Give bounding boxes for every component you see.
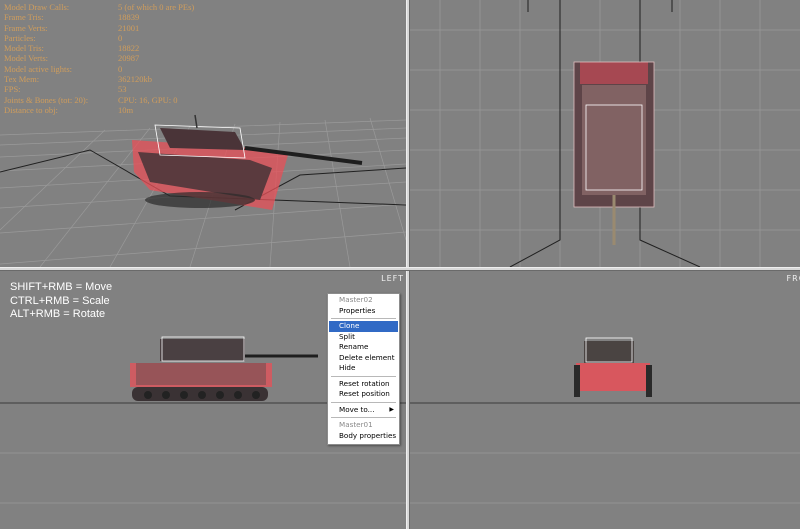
menu-item-delete-element[interactable]: Delete element xyxy=(329,353,398,364)
menu-item-hide[interactable]: Hide xyxy=(329,363,398,374)
tank-front xyxy=(574,337,652,397)
stat-row: Joints & Bones (tot: 20): CPU: 16, GPU: 0 xyxy=(4,95,194,105)
hint-move: SHIFT+RMB = Move xyxy=(10,281,113,293)
stat-row: Model Verts: 20987 xyxy=(4,53,194,63)
stat-label: Model Tris: xyxy=(4,43,44,54)
menu-separator xyxy=(331,375,396,377)
stat-value: 18839 xyxy=(118,12,140,23)
top-scene xyxy=(410,0,800,267)
stat-label: Model active lights: xyxy=(4,63,72,74)
stat-row: Model Tris: 18822 xyxy=(4,43,194,53)
menu-item-clone[interactable]: Clone xyxy=(329,321,398,332)
stat-row: Particles: 0 xyxy=(4,33,194,43)
stat-row: Tex Mem: 362120kb xyxy=(4,74,194,84)
stat-value: CPU: 16, GPU: 0 xyxy=(118,94,178,105)
menu-item-properties[interactable]: Properties xyxy=(329,306,398,317)
stat-row: Distance to obj: 10m xyxy=(4,105,194,115)
viewport-label-front: FRO xyxy=(786,274,800,283)
hint-rotate: ALT+RMB = Rotate xyxy=(10,308,106,320)
menu-header-master02: Master02 xyxy=(339,295,373,304)
render-stats-overlay: Model Draw Calls: 5 (of which 0 are PEs) … xyxy=(4,2,194,115)
stat-row: Frame Verts: 21001 xyxy=(4,23,194,33)
viewport-splitter-horizontal[interactable] xyxy=(0,267,800,271)
stat-label: Particles: xyxy=(4,32,36,43)
stat-row: FPS: 53 xyxy=(4,84,194,94)
front-scene xyxy=(410,337,800,504)
viewport-label-left: LEFT xyxy=(381,274,404,283)
stat-value: 10m xyxy=(118,104,134,115)
viewport-splitter-vertical[interactable] xyxy=(406,0,410,529)
stat-row: Frame Tris: 18839 xyxy=(4,12,194,22)
stat-label: FPS: xyxy=(4,84,21,95)
viewport-perspective[interactable]: Model Draw Calls: 5 (of which 0 are PEs) … xyxy=(0,0,406,267)
stat-value: 0 xyxy=(118,63,123,74)
stat-label: Frame Verts: xyxy=(4,22,48,33)
tank-top xyxy=(573,61,655,245)
menu-separator xyxy=(331,318,396,319)
stat-value: 18822 xyxy=(118,43,140,54)
menu-item-body-properties[interactable]: Body properties xyxy=(329,431,398,442)
stat-label: Frame Tris: xyxy=(4,12,44,23)
stat-row: Model Draw Calls: 5 (of which 0 are PEs) xyxy=(4,2,194,12)
menu-item-reset-rotation[interactable]: Reset rotation xyxy=(329,379,398,390)
menu-item-move-to-label: Move to... xyxy=(339,404,375,414)
stat-row: Model active lights: 0 xyxy=(4,64,194,74)
stat-value: 5 (of which 0 are PEs) xyxy=(118,2,195,12)
stat-value: 0 xyxy=(118,32,123,43)
stat-label: Distance to obj: xyxy=(4,104,58,115)
viewport-top[interactable] xyxy=(410,0,800,267)
stat-value: 362120kb xyxy=(118,74,152,85)
menu-item-move-to[interactable]: Move to... ▶ xyxy=(329,405,398,416)
stat-value: 20987 xyxy=(118,53,140,64)
stat-label: Model Verts: xyxy=(4,53,48,64)
control-hints: SHIFT+RMB = Move CTRL+RMB = Scale ALT+RM… xyxy=(10,281,112,322)
stat-value: 53 xyxy=(118,84,127,95)
submenu-arrow-icon: ▶ xyxy=(389,405,394,413)
menu-item-rename[interactable]: Rename xyxy=(329,342,398,353)
tank-side xyxy=(130,336,318,401)
viewport-front[interactable]: FRO xyxy=(410,271,800,529)
menu-separator xyxy=(331,417,396,418)
stat-label: Model Draw Calls: xyxy=(4,2,70,12)
stat-value: 21001 xyxy=(118,22,140,33)
menu-item-split[interactable]: Split xyxy=(329,332,398,343)
context-menu: Master02 Properties Clone Split Rename D… xyxy=(327,293,400,445)
stat-label: Tex Mem: xyxy=(4,74,40,85)
menu-item-reset-position[interactable]: Reset position xyxy=(329,389,398,400)
menu-separator xyxy=(331,401,396,403)
hint-scale: CTRL+RMB = Scale xyxy=(10,294,110,307)
tank-perspective xyxy=(132,114,363,210)
stat-label: Joints & Bones (tot: 20): xyxy=(4,94,89,105)
menu-header-master01: Master01 xyxy=(339,420,373,429)
front-grid xyxy=(410,402,800,504)
